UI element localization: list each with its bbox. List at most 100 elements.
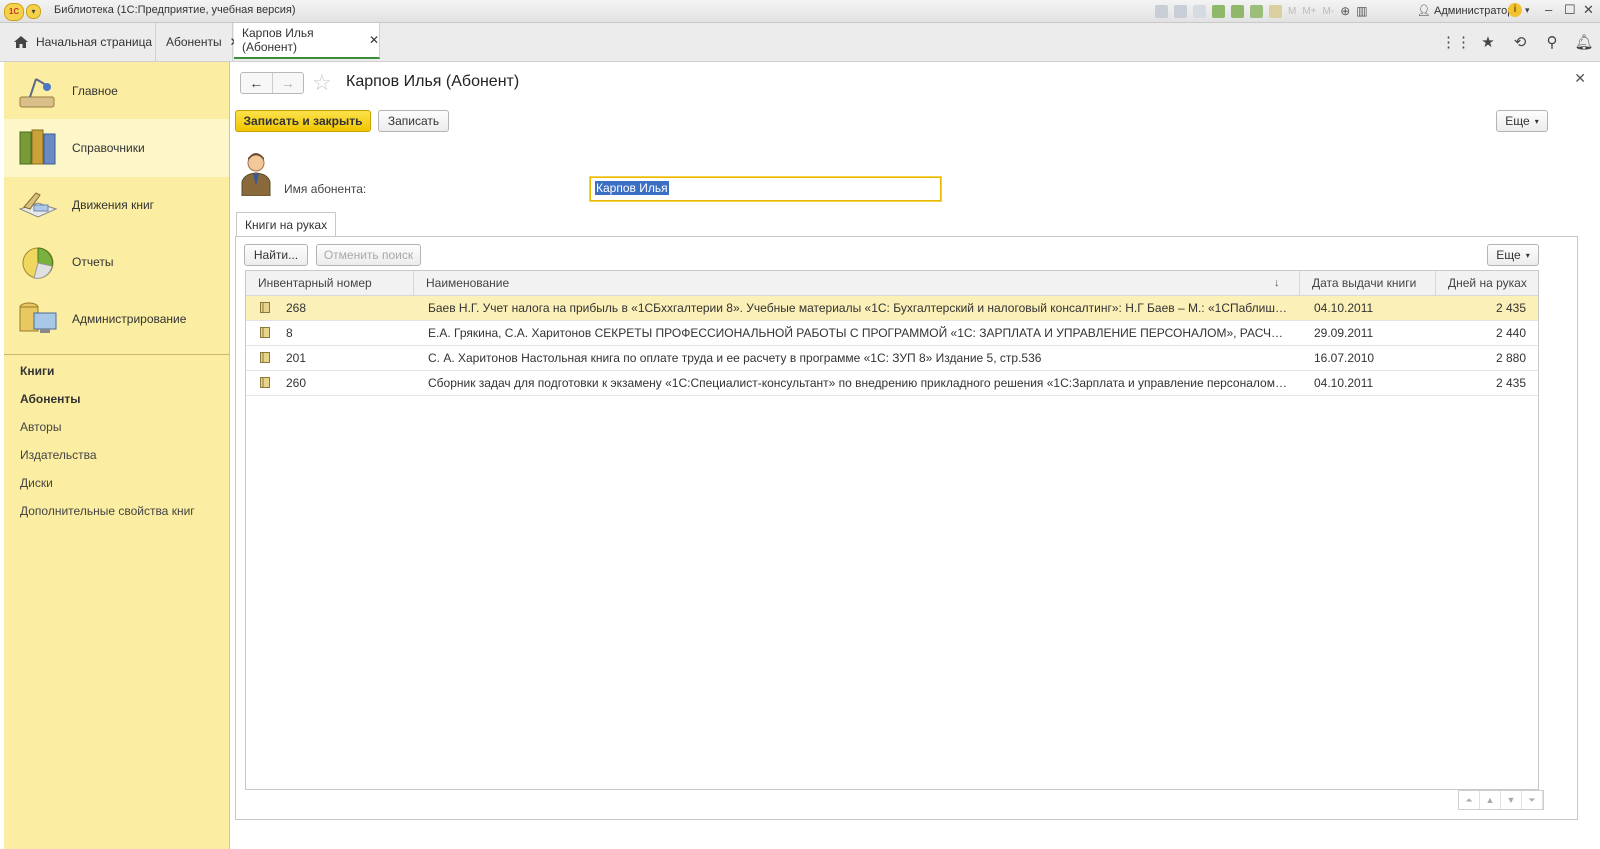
zoom-icon[interactable]: ⊕	[1340, 4, 1350, 18]
nav-item-books[interactable]: Книги	[20, 364, 54, 378]
forward-arrow-icon[interactable]: →	[271, 73, 304, 93]
close-form-icon[interactable]: ✕	[1574, 70, 1586, 87]
section-reports-label: Отчеты	[72, 255, 114, 269]
section-catalogs[interactable]: Справочники	[4, 119, 229, 177]
cancel-search-button[interactable]: Отменить поиск	[316, 244, 421, 266]
scroll-bottom-icon[interactable]: ⏷	[1522, 791, 1543, 809]
current-user[interactable]: 👤︎ Администратор	[1417, 4, 1513, 17]
cell-name: Е.А. Грякина, С.А. Харитонов СЕКРЕТЫ ПРО…	[428, 326, 1290, 340]
back-arrow-icon[interactable]: ←	[241, 73, 272, 93]
section-main-label: Главное	[72, 84, 118, 98]
cell-issue-date: 04.10.2011	[1314, 376, 1374, 390]
book-movement-icon	[18, 192, 58, 218]
table-header: Инвентарный номер Наименование ↓ Дата вы…	[246, 271, 1538, 296]
scroll-down-icon[interactable]: ▼	[1501, 791, 1522, 809]
notifications-icon[interactable]: 🔔︎	[1568, 23, 1600, 61]
cell-days: 2 440	[1495, 326, 1526, 340]
tab-subscribers-label: Абоненты	[166, 35, 222, 49]
table-row[interactable]: 268 Баев Н.Г. Учет налога на прибыль в «1…	[246, 296, 1538, 321]
sidebar-separator	[4, 354, 229, 355]
preview-icon[interactable]	[1193, 4, 1206, 18]
column-header-days[interactable]: Дней на руках	[1436, 271, 1538, 295]
pie-chart-icon	[22, 247, 54, 279]
open-windows-bar: Начальная страница Абоненты ✕ Карпов Иль…	[0, 23, 1600, 62]
download-icon[interactable]	[1231, 4, 1244, 18]
save-and-close-button[interactable]: Записать и закрыть	[235, 110, 371, 132]
tab-home[interactable]: Начальная страница	[0, 23, 156, 61]
calendar-icon[interactable]	[1269, 4, 1282, 18]
section-administration[interactable]: Администрирование	[4, 290, 229, 348]
book-icon	[260, 352, 270, 363]
section-reports[interactable]: Отчеты	[4, 233, 229, 291]
cell-name: Сборник задач для подготовки к экзамену …	[428, 376, 1290, 390]
scroll-top-icon[interactable]: ⏶	[1459, 791, 1480, 809]
nav-item-publishers[interactable]: Издательства	[20, 448, 97, 462]
memory-plus-button[interactable]: M+	[1302, 6, 1316, 17]
tab-subscribers[interactable]: Абоненты ✕	[156, 23, 240, 61]
column-header-issue-date[interactable]: Дата выдачи книги	[1300, 271, 1436, 295]
books-table[interactable]: Инвентарный номер Наименование ↓ Дата вы…	[245, 270, 1539, 790]
nav-item-authors[interactable]: Авторы	[20, 420, 61, 434]
cell-inventory: 260	[286, 376, 307, 390]
nav-item-subscribers[interactable]: Абоненты	[20, 392, 81, 406]
memory-button[interactable]: M	[1288, 6, 1296, 17]
spreadsheet-icon[interactable]	[1250, 4, 1263, 18]
function-menu-icon[interactable]: ⋮⋮	[1440, 23, 1472, 61]
chevron-down-icon: ▾	[1525, 250, 1530, 260]
user-icon: 👤︎	[1417, 5, 1435, 17]
admin-computer-icon	[19, 302, 57, 333]
save-icon[interactable]	[1155, 4, 1168, 18]
section-main[interactable]: Главное	[4, 62, 229, 120]
memory-minus-button[interactable]: M-	[1323, 6, 1335, 17]
cell-issue-date: 16.07.2010	[1314, 351, 1375, 365]
close-window-icon[interactable]: ✕	[1583, 2, 1594, 18]
nav-item-disks[interactable]: Диски	[20, 476, 53, 490]
column-header-inventory[interactable]: Инвентарный номер	[246, 271, 414, 295]
print-icon[interactable]	[1174, 4, 1187, 18]
more-button[interactable]: Еще ▾	[1496, 110, 1548, 132]
binders-icon	[19, 129, 56, 165]
info-icon[interactable]: i	[1508, 3, 1522, 17]
sections-panel: Главное Справочники Движения книг Отчеты	[4, 62, 230, 849]
dropdown-icon[interactable]: ▾	[1525, 5, 1530, 16]
book-icon	[260, 327, 270, 338]
nav-item-additional-properties[interactable]: Дополнительные свойства книг	[20, 504, 195, 518]
main-menu-button[interactable]: ▾	[26, 4, 41, 19]
table-row[interactable]: 260 Сборник задач для подготовки к экзаме…	[246, 371, 1538, 396]
cell-inventory: 8	[286, 326, 293, 340]
save-button[interactable]: Записать	[378, 110, 449, 132]
search-icon[interactable]: ⚲	[1536, 23, 1568, 61]
name-field-value: Карпов Илья	[595, 181, 669, 195]
name-field[interactable]: Карпов Илья	[590, 177, 941, 201]
maximize-icon[interactable]: ☐	[1564, 2, 1576, 18]
section-book-movements-label: Движения книг	[72, 198, 155, 212]
sort-arrow-icon: ↓	[1274, 277, 1280, 289]
book-icon	[260, 377, 270, 388]
minimize-icon[interactable]: –	[1545, 2, 1552, 17]
tab-books-on-hand[interactable]: Книги на руках	[236, 212, 337, 237]
desk-lamp-icon	[19, 78, 55, 108]
column-header-name[interactable]: Наименование	[414, 271, 1300, 295]
favorite-star-icon[interactable]: ☆	[312, 70, 332, 96]
table-row[interactable]: 201 С. А. Харитонов Настольная книга по о…	[246, 346, 1538, 371]
cell-days: 2 435	[1495, 376, 1526, 390]
cell-name: С. А. Харитонов Настольная книга по опла…	[428, 351, 1042, 365]
title-toolbar: M M+ M- ⊕ ▥	[1155, 4, 1368, 18]
upload-icon[interactable]	[1212, 4, 1225, 18]
scroll-up-icon[interactable]: ▲	[1480, 791, 1501, 809]
chevron-down-icon: ▾	[1534, 116, 1539, 126]
cell-inventory: 201	[286, 351, 307, 365]
tab-current-record[interactable]: Карпов Илья (Абонент) ✕	[234, 23, 380, 59]
history-nav-buttons: ← →	[240, 72, 304, 94]
section-book-movements[interactable]: Движения книг	[4, 176, 229, 234]
favorites-icon[interactable]: ★	[1472, 23, 1504, 61]
tabbar-tools: ⋮⋮ ★ ⟲ ⚲ 🔔︎	[1440, 23, 1600, 61]
table-row[interactable]: 8 Е.А. Грякина, С.А. Харитонов СЕКРЕТЫ ПР…	[246, 321, 1538, 346]
panels-icon[interactable]: ▥	[1356, 4, 1367, 18]
close-icon[interactable]: ✕	[369, 33, 379, 47]
section-catalogs-label: Справочники	[72, 141, 145, 155]
table-more-button[interactable]: Еще ▾	[1487, 244, 1539, 266]
book-icon	[260, 302, 270, 313]
history-icon[interactable]: ⟲	[1504, 23, 1536, 61]
find-button[interactable]: Найти...	[244, 244, 308, 266]
